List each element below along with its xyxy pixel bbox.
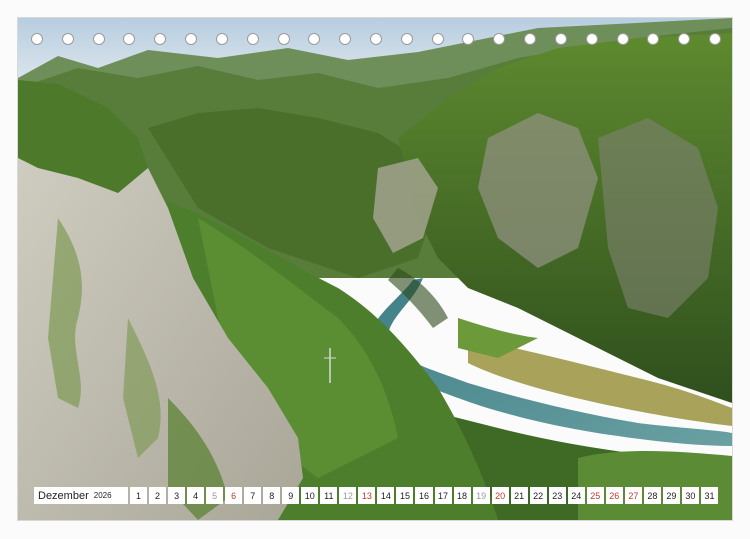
binding-ring [462,33,475,45]
day-cell: 29 [662,487,680,504]
day-cell: 13 [358,487,376,504]
day-cell: 4 [187,487,205,504]
binding-ring [123,33,136,45]
day-cell: 10 [301,487,319,504]
day-cell: 8 [263,487,281,504]
binding-ring [554,33,567,45]
day-cell: 1 [130,487,148,504]
day-cell: 22 [529,487,547,504]
day-cell: 28 [643,487,661,504]
day-cell: 25 [586,487,604,504]
day-cell: 16 [415,487,433,504]
day-cell: 17 [434,487,452,504]
binding-ring [185,33,198,45]
binding-ring [246,33,259,45]
binding-ring [493,33,506,45]
spiral-binding [31,33,721,47]
day-cell: 5 [206,487,224,504]
binding-ring [616,33,629,45]
day-cell: 6 [225,487,243,504]
day-cell: 24 [567,487,585,504]
binding-ring [524,33,537,45]
binding-ring [308,33,321,45]
day-cell: 7 [244,487,262,504]
day-cell: 21 [510,487,528,504]
binding-ring [31,33,43,45]
day-cell: 3 [168,487,186,504]
day-cell: 20 [491,487,509,504]
day-cell: 2 [149,487,167,504]
binding-ring [215,33,228,45]
binding-ring [431,33,444,45]
binding-ring [400,33,413,45]
canyon-river-landscape [18,18,732,520]
calendar-page: Dezember 2026 1 2 3 4 5 6 7 8 9 10 11 12 13 14 15 16 17 1… [0,0,750,539]
binding-ring [585,33,598,45]
binding-ring [709,33,721,45]
day-cell: 26 [605,487,623,504]
month-label-box: Dezember 2026 [34,487,128,504]
landscape-photo [18,18,732,520]
binding-ring [92,33,105,45]
binding-ring [647,33,660,45]
day-cell: 12 [339,487,357,504]
month-year: 2026 [93,491,112,500]
day-cell: 27 [624,487,642,504]
binding-ring [339,33,352,45]
day-cell: 31 [700,487,718,504]
day-cell: 14 [377,487,395,504]
binding-ring [154,33,167,45]
day-cell: 30 [681,487,699,504]
binding-ring [61,33,74,45]
calendar-strip: Dezember 2026 1 2 3 4 5 6 7 8 9 10 11 12 13 14 15 16 17 1… [34,487,718,504]
day-cells: 1 2 3 4 5 6 7 8 9 10 11 12 13 14 15 16 17 18 19 20 21 22 23 24 2… [130,487,718,504]
day-cell: 15 [396,487,414,504]
month-name: Dezember [38,489,89,502]
binding-ring [678,33,691,45]
day-cell: 9 [282,487,300,504]
day-cell: 23 [548,487,566,504]
day-cell: 19 [472,487,490,504]
binding-ring [277,33,290,45]
day-cell: 11 [320,487,338,504]
binding-ring [370,33,382,45]
day-cell: 18 [453,487,471,504]
